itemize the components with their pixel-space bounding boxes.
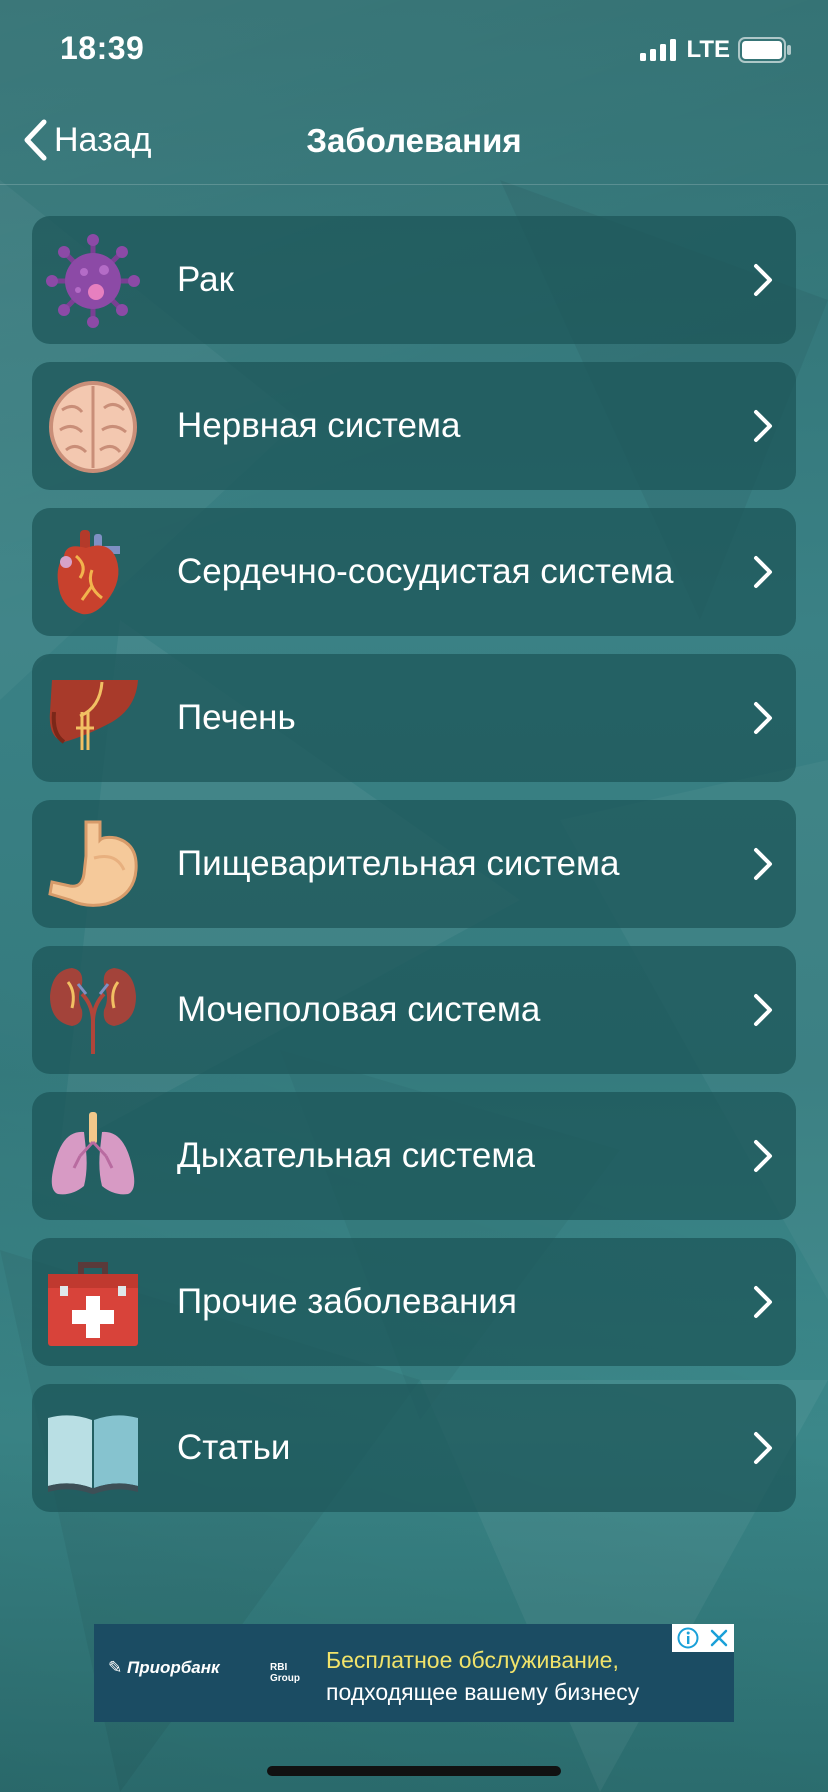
navigation-bar: Назад Заболевания: [0, 90, 828, 185]
info-icon: [677, 1627, 698, 1649]
kidneys-icon: [50, 968, 136, 1054]
ad-headline: Бесплатное обслуживание,: [326, 1647, 619, 1673]
chevron-right-icon: [754, 702, 772, 734]
ad-group-line1: RBI: [270, 1662, 288, 1673]
first-aid-kit-icon: [48, 1262, 138, 1346]
virus-icon: [46, 234, 140, 328]
menu-item-cancer[interactable]: Рак: [32, 216, 796, 344]
stomach-icon: [48, 820, 138, 907]
ad-brand-name: Приорбанк: [126, 1658, 220, 1677]
status-time: 18:39: [60, 30, 145, 66]
menu-item-liver[interactable]: Печень: [32, 654, 796, 782]
brain-icon: [49, 381, 137, 473]
liver-icon: [49, 680, 138, 750]
menu-item-label: Рак: [177, 260, 234, 299]
chevron-right-icon: [754, 994, 772, 1026]
menu-item-nervous-system[interactable]: Нервная система: [32, 362, 796, 490]
close-icon: [710, 1629, 727, 1647]
lungs-icon: [51, 1112, 135, 1195]
menu-item-other-diseases[interactable]: Прочие заболевания: [32, 1238, 796, 1366]
menu-item-label: Дыхательная система: [177, 1136, 535, 1175]
status-indicators: LTE: [640, 36, 792, 64]
battery-icon: [738, 37, 791, 63]
home-indicator[interactable]: [267, 1766, 561, 1776]
ad-group-logo: RBI Group: [270, 1662, 300, 1684]
chevron-right-icon: [754, 556, 772, 588]
ad-text: Бесплатное обслуживание, подходящее ваше…: [326, 1644, 639, 1708]
chevron-right-icon: [754, 848, 772, 880]
menu-item-cardiovascular-system[interactable]: Сердечно-сосудистая система: [32, 508, 796, 636]
ad-controls: [672, 1624, 734, 1652]
heart-icon: [57, 530, 120, 615]
status-bar: 18:39 LTE: [0, 0, 828, 90]
diseases-menu: Рак Нервная система Сердечно-сосудистая …: [32, 216, 796, 1530]
ad-info-button[interactable]: [672, 1624, 703, 1652]
menu-item-label: Нервная система: [177, 406, 461, 445]
ad-subline: подходящее вашему бизнесу: [326, 1679, 640, 1705]
chevron-right-icon: [754, 410, 772, 442]
chevron-right-icon: [754, 1140, 772, 1172]
chevron-right-icon: [754, 264, 772, 296]
ad-close-button[interactable]: [703, 1624, 734, 1652]
menu-item-articles[interactable]: Статьи: [32, 1384, 796, 1512]
menu-item-label: Статьи: [177, 1428, 291, 1467]
menu-item-respiratory-system[interactable]: Дыхательная система: [32, 1092, 796, 1220]
network-type: LTE: [686, 36, 730, 63]
menu-item-label: Пищеварительная система: [177, 844, 620, 883]
chevron-right-icon: [754, 1432, 772, 1464]
menu-item-label: Сердечно-сосудистая система: [177, 552, 674, 591]
menu-item-digestive-system[interactable]: Пищеварительная система: [32, 800, 796, 928]
page-title: Заболевания: [306, 122, 522, 159]
chevron-right-icon: [754, 1286, 772, 1318]
ad-group-line2: Group: [270, 1673, 300, 1684]
ad-brand-mark-icon: ✎: [108, 1658, 123, 1677]
ad-banner[interactable]: ✎ Приорбанк RBI Group Бесплатное обслужи…: [94, 1624, 734, 1722]
menu-item-urogenital-system[interactable]: Мочеполовая система: [32, 946, 796, 1074]
menu-item-label: Печень: [177, 698, 296, 737]
ad-brand-logo: ✎ Приорбанк: [108, 1658, 220, 1678]
book-icon: [48, 1415, 138, 1494]
menu-item-label: Мочеполовая система: [177, 990, 541, 1029]
signal-icon: [640, 39, 677, 61]
menu-item-label: Прочие заболевания: [177, 1282, 517, 1321]
